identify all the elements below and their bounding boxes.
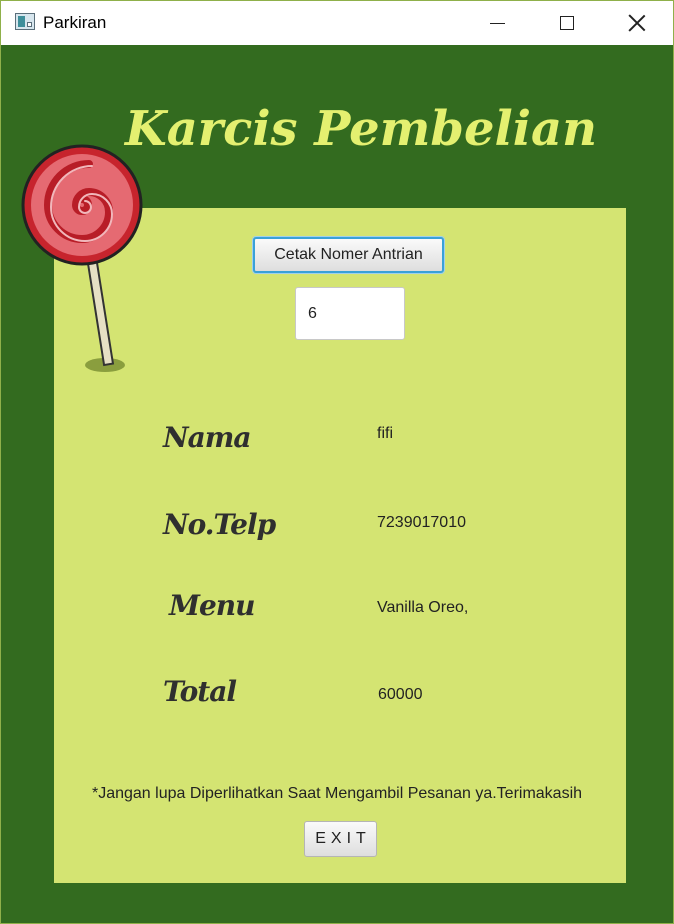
print-queue-number-button[interactable]: Cetak Nomer Antrian — [253, 237, 444, 273]
lollipop-icon — [21, 144, 143, 372]
page-title: Karcis Pembelian — [124, 101, 597, 157]
close-button[interactable] — [602, 1, 672, 45]
phone-value: 7239017010 — [377, 514, 466, 531]
window-title: Parkiran — [43, 13, 107, 32]
total-value: 60000 — [378, 686, 423, 703]
phone-label: No.Telp — [163, 508, 276, 541]
close-icon — [628, 14, 646, 32]
menu-value: Vanilla Oreo, — [377, 599, 469, 616]
name-label: Nama — [163, 421, 252, 454]
maximize-icon — [560, 16, 574, 30]
exit-button[interactable]: EXIT — [304, 821, 377, 857]
menu-label: Menu — [169, 589, 256, 622]
total-label: Total — [163, 675, 237, 708]
app-window: Parkiran Karcis Pembelian Cetak Nomer An… — [0, 0, 674, 924]
app-window-icon — [15, 13, 35, 30]
minimize-button[interactable] — [462, 1, 532, 45]
name-value: fifi — [377, 425, 393, 442]
queue-number-field[interactable] — [295, 287, 405, 340]
minimize-icon — [489, 22, 505, 24]
pickup-note: *Jangan lupa Diperlihatkan Saat Mengambi… — [91, 785, 583, 802]
title-bar: Parkiran — [1, 1, 673, 45]
maximize-button[interactable] — [532, 1, 602, 45]
